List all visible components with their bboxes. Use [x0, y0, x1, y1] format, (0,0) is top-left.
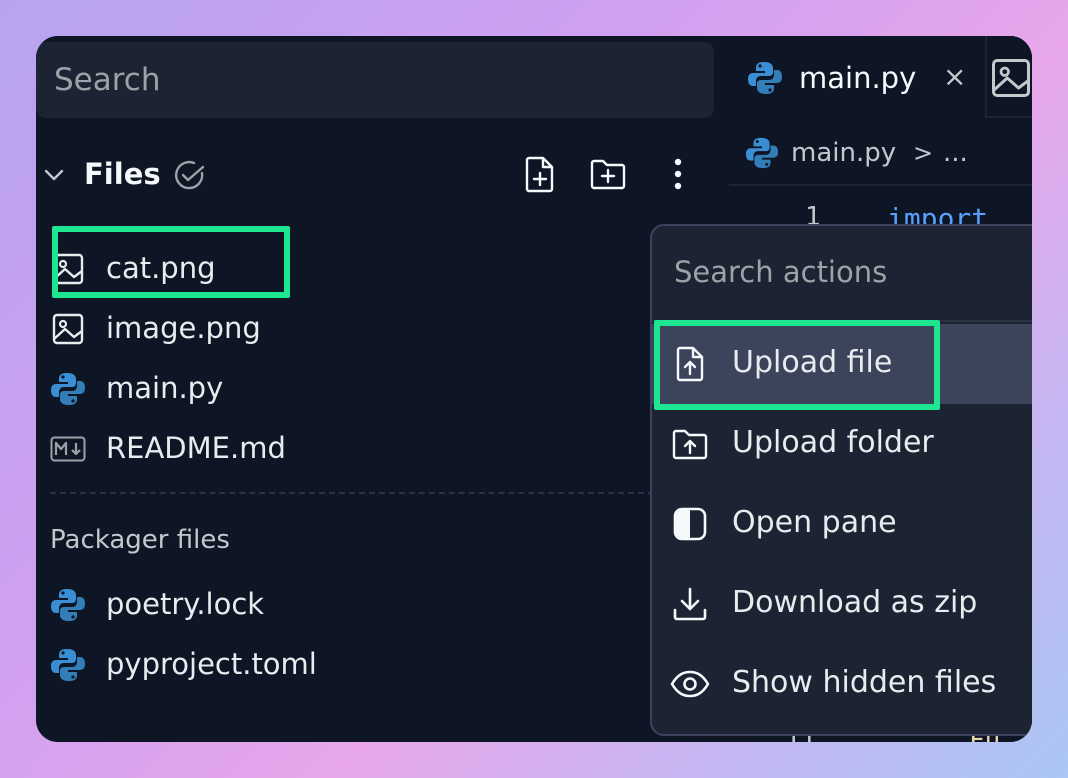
python-icon [50, 587, 86, 623]
image-tab-icon[interactable] [991, 58, 1031, 98]
file-name: image.png [106, 311, 261, 345]
eye-icon [670, 664, 710, 704]
breadcrumb-separator: > [913, 139, 934, 167]
file-name: main.py [106, 371, 224, 405]
search-input[interactable]: Search [36, 42, 714, 118]
file-panel: Search Files cat.png image.png main.py R… [36, 36, 724, 742]
file-item-main-py[interactable]: main.py [50, 362, 690, 412]
highlight-box-cat-png [52, 226, 290, 298]
file-item-poetry-lock[interactable]: poetry.lock [50, 578, 690, 628]
file-item-image-png[interactable]: image.png [50, 302, 690, 352]
actions-menu: Search actions Upload file Upload folder… [650, 224, 1032, 736]
sync-check-icon [175, 160, 205, 190]
menu-item-download-zip[interactable]: Download as zip [652, 564, 1032, 644]
new-file-icon [525, 156, 554, 193]
kebab-menu-icon [674, 158, 682, 190]
download-icon [670, 584, 710, 624]
more-options-button[interactable] [658, 154, 698, 194]
file-item-pyproject-toml[interactable]: pyproject.toml [50, 638, 690, 688]
tab-label: main.py [799, 61, 917, 95]
menu-item-label: Download as zip [732, 585, 978, 620]
menu-item-open-pane[interactable]: Open pane [652, 484, 1032, 564]
menu-item-show-hidden-files[interactable]: Show hidden files [652, 644, 1032, 724]
breadcrumb: main.py > ... [729, 120, 1032, 186]
tab-main-py[interactable]: main.py × [729, 36, 987, 118]
new-folder-button[interactable] [588, 154, 628, 194]
menu-item-label: Upload folder [732, 425, 934, 460]
tab-bar: main.py × [729, 36, 1032, 118]
image-icon [50, 311, 86, 347]
upload-folder-icon [670, 424, 710, 464]
menu-item-label: Open pane [732, 505, 897, 540]
search-actions-placeholder: Search actions [674, 255, 888, 289]
new-folder-icon [590, 159, 626, 190]
breadcrumb-file[interactable]: main.py [791, 136, 896, 170]
file-name: README.md [106, 431, 286, 465]
chevron-down-icon[interactable] [42, 163, 66, 187]
ide-window: Search Files cat.png image.png main.py R… [36, 36, 1032, 742]
highlight-box-upload-file [654, 320, 940, 410]
file-name: poetry.lock [106, 587, 265, 621]
packager-files-label: Packager files [50, 525, 230, 555]
file-name: pyproject.toml [106, 647, 317, 681]
section-divider [50, 492, 654, 494]
python-icon [747, 60, 783, 100]
breadcrumb-more[interactable]: ... [943, 136, 968, 170]
new-file-button[interactable] [520, 154, 560, 194]
python-icon [50, 647, 86, 683]
search-actions-input[interactable]: Search actions [652, 226, 1032, 322]
files-header: Files [36, 154, 716, 194]
open-pane-icon [670, 504, 710, 544]
python-icon [745, 136, 779, 174]
files-title: Files [84, 157, 161, 191]
close-tab-button[interactable]: × [943, 62, 966, 92]
file-item-readme-md[interactable]: README.md [50, 422, 690, 472]
menu-item-upload-folder[interactable]: Upload folder [652, 404, 1032, 484]
menu-item-label: Show hidden files [732, 665, 997, 700]
markdown-icon [50, 431, 86, 467]
python-icon [50, 371, 86, 407]
